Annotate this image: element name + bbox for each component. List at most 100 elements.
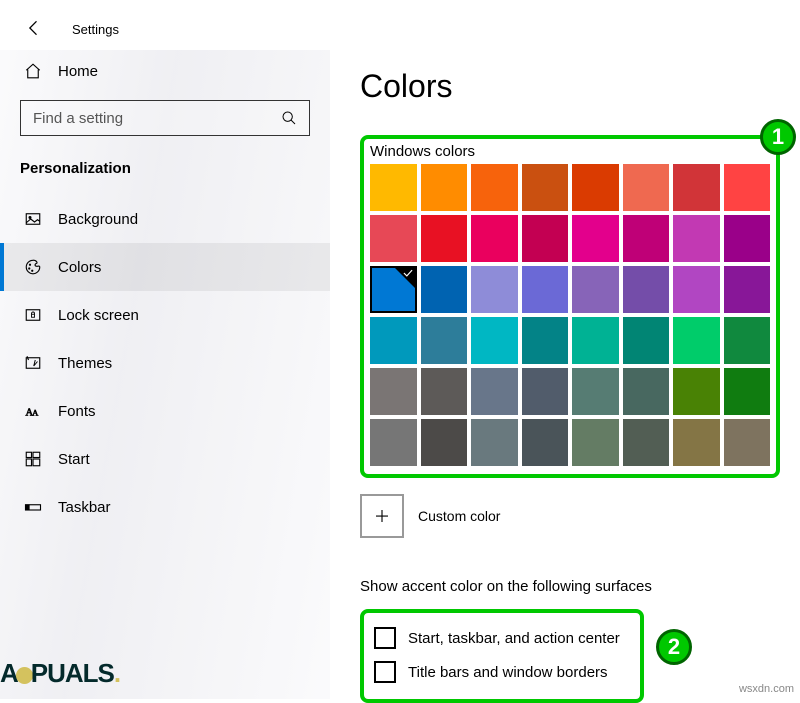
- color-swatch[interactable]: [572, 164, 619, 211]
- color-swatch[interactable]: [623, 266, 670, 313]
- color-row: [370, 164, 770, 211]
- sidebar-item-label: Lock screen: [58, 307, 139, 324]
- color-swatch[interactable]: [471, 419, 518, 466]
- taskbar-icon: [24, 498, 42, 516]
- checkbox-box[interactable]: [374, 661, 396, 683]
- color-row: [370, 266, 770, 313]
- color-swatch[interactable]: [421, 215, 468, 262]
- color-grid: [370, 164, 770, 466]
- app-title: Settings: [72, 22, 119, 37]
- palette-icon: [24, 258, 42, 276]
- color-swatch[interactable]: [724, 419, 771, 466]
- color-swatch[interactable]: [623, 164, 670, 211]
- content-area: Colors Windows colors 1 Custom color Sho…: [330, 50, 800, 699]
- color-swatch[interactable]: [623, 419, 670, 466]
- annotation-callout-2: 2: [656, 629, 692, 665]
- back-button[interactable]: [24, 18, 44, 41]
- color-swatch[interactable]: [421, 368, 468, 415]
- color-swatch[interactable]: [724, 266, 771, 313]
- sidebar-item-lock-screen[interactable]: Lock screen: [0, 291, 330, 339]
- home-label: Home: [58, 63, 98, 80]
- color-swatch[interactable]: [572, 317, 619, 364]
- svg-text:A: A: [32, 409, 38, 418]
- home-link[interactable]: Home: [0, 50, 330, 92]
- color-swatch[interactable]: [623, 215, 670, 262]
- color-swatch[interactable]: [471, 317, 518, 364]
- check-icon: [401, 266, 415, 280]
- color-swatch[interactable]: [724, 215, 771, 262]
- color-swatch[interactable]: [522, 266, 569, 313]
- color-swatch[interactable]: [522, 215, 569, 262]
- surfaces-heading: Show accent color on the following surfa…: [360, 578, 788, 595]
- sidebar-item-label: Fonts: [58, 403, 96, 420]
- color-swatch[interactable]: [370, 266, 417, 313]
- search-placeholder: Find a setting: [33, 110, 123, 127]
- custom-color-button[interactable]: [360, 494, 404, 538]
- checkbox-box[interactable]: [374, 627, 396, 649]
- sidebar-item-taskbar[interactable]: Taskbar: [0, 483, 330, 531]
- color-swatch[interactable]: [522, 419, 569, 466]
- color-swatch[interactable]: [471, 266, 518, 313]
- color-row: [370, 419, 770, 466]
- windows-colors-section: Windows colors: [360, 135, 780, 478]
- checkbox-start-taskbar[interactable]: Start, taskbar, and action center: [374, 621, 630, 655]
- color-swatch[interactable]: [673, 368, 720, 415]
- color-swatch[interactable]: [370, 368, 417, 415]
- plus-icon: [373, 507, 391, 525]
- color-swatch[interactable]: [522, 317, 569, 364]
- lock-screen-icon: [24, 306, 42, 324]
- color-swatch[interactable]: [673, 164, 720, 211]
- sidebar-item-colors[interactable]: Colors: [0, 243, 330, 291]
- color-swatch[interactable]: [370, 419, 417, 466]
- color-swatch[interactable]: [724, 164, 771, 211]
- sidebar-item-start[interactable]: Start: [0, 435, 330, 483]
- start-icon: [24, 450, 42, 468]
- color-swatch[interactable]: [370, 317, 417, 364]
- sidebar-item-fonts[interactable]: AA Fonts: [0, 387, 330, 435]
- color-swatch[interactable]: [522, 164, 569, 211]
- color-swatch[interactable]: [623, 317, 670, 364]
- watermark: wsxdn.com: [739, 683, 794, 695]
- color-swatch[interactable]: [421, 419, 468, 466]
- brand-logo: APUALS.: [0, 658, 160, 689]
- color-swatch[interactable]: [421, 164, 468, 211]
- color-swatch[interactable]: [572, 266, 619, 313]
- color-swatch[interactable]: [421, 266, 468, 313]
- sidebar-item-label: Colors: [58, 259, 101, 276]
- color-swatch[interactable]: [471, 215, 518, 262]
- sidebar-item-label: Themes: [58, 355, 112, 372]
- color-swatch[interactable]: [471, 368, 518, 415]
- color-swatch[interactable]: [572, 368, 619, 415]
- sidebar-item-label: Background: [58, 211, 138, 228]
- sidebar-item-label: Taskbar: [58, 499, 111, 516]
- color-swatch[interactable]: [572, 419, 619, 466]
- color-swatch[interactable]: [724, 368, 771, 415]
- color-swatch[interactable]: [370, 215, 417, 262]
- checkbox-label: Start, taskbar, and action center: [408, 630, 620, 647]
- search-input[interactable]: Find a setting: [20, 100, 310, 136]
- themes-icon: [24, 354, 42, 372]
- color-swatch[interactable]: [724, 317, 771, 364]
- custom-color-label: Custom color: [418, 508, 500, 524]
- color-swatch[interactable]: [370, 164, 417, 211]
- arrow-left-icon: [24, 18, 44, 38]
- color-swatch[interactable]: [421, 317, 468, 364]
- color-swatch[interactable]: [673, 419, 720, 466]
- color-swatch[interactable]: [623, 368, 670, 415]
- accent-surfaces-section: Start, taskbar, and action center Title …: [360, 609, 644, 703]
- color-swatch[interactable]: [572, 215, 619, 262]
- color-swatch[interactable]: [673, 317, 720, 364]
- color-row: [370, 317, 770, 364]
- sidebar-item-background[interactable]: Background: [0, 195, 330, 243]
- checkbox-title-bars[interactable]: Title bars and window borders: [374, 655, 630, 689]
- fonts-icon: AA: [24, 402, 42, 420]
- windows-colors-label: Windows colors: [370, 143, 770, 160]
- color-swatch[interactable]: [522, 368, 569, 415]
- color-swatch[interactable]: [471, 164, 518, 211]
- search-icon: [281, 110, 297, 126]
- category-heading: Personalization: [0, 148, 330, 189]
- color-swatch[interactable]: [673, 266, 720, 313]
- sidebar-item-themes[interactable]: Themes: [0, 339, 330, 387]
- checkbox-label: Title bars and window borders: [408, 664, 608, 681]
- color-swatch[interactable]: [673, 215, 720, 262]
